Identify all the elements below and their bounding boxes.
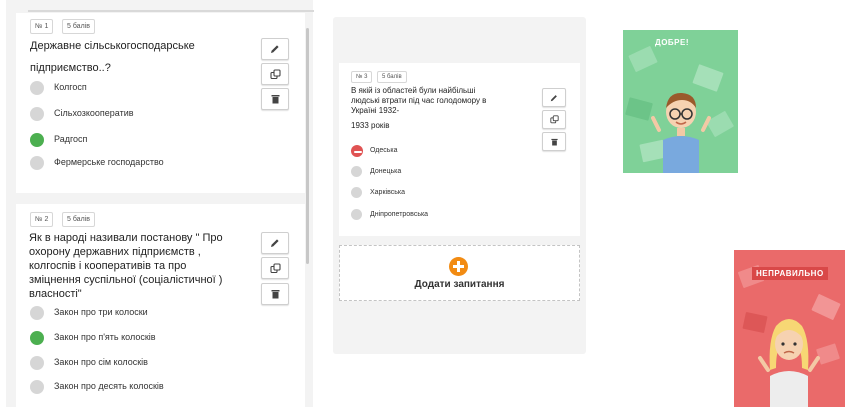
option-label: Закон про п'ять колосків: [54, 332, 156, 342]
question-points-badge: 5 балів: [377, 71, 407, 83]
question-text-line: колгоспів і кооперативів та про: [29, 260, 187, 272]
question-number-badge: № 1: [30, 19, 54, 34]
plus-circle-icon[interactable]: [449, 257, 468, 276]
question-text-line: Державне сільськогосподарське: [30, 40, 195, 52]
option-label: Харківська: [370, 189, 405, 196]
incorrect-label: НЕПРАВИЛЬНО: [752, 267, 828, 280]
option-label: Колгосп: [54, 82, 87, 92]
scrollbar[interactable]: [306, 28, 309, 264]
question-points-badge: 5 балів: [62, 212, 95, 227]
copy-icon: [549, 115, 559, 124]
edit-button[interactable]: [261, 38, 289, 60]
divider: [28, 10, 314, 12]
option-label: Дніпропетровська: [370, 211, 429, 218]
option-indicator: [351, 209, 362, 220]
pencil-icon: [271, 45, 279, 53]
trash-icon: [271, 95, 279, 104]
question-number-badge: № 2: [30, 212, 54, 227]
question-text: Як в народі називали постанову " Про охо…: [29, 231, 265, 301]
question-text: Державне сільськогосподарське підприємст…: [30, 37, 260, 77]
boy-character-illustration: [651, 92, 711, 173]
correct-label: ДОБРЕ!: [655, 38, 690, 47]
option-indicator: [30, 306, 44, 320]
question-text-line: власності": [29, 288, 82, 300]
copy-icon: [269, 262, 281, 273]
correct-indicator: [30, 331, 44, 345]
pencil-icon: [550, 94, 557, 101]
option-label: Сільхозкооператив: [54, 108, 134, 118]
question-points-badge: 5 балів: [62, 19, 95, 34]
correct-indicator: [30, 133, 44, 147]
question-text-line: 1933 років: [351, 121, 390, 130]
edit-button[interactable]: [542, 88, 566, 107]
question-text-line: Україні 1932-: [351, 106, 400, 115]
delete-button[interactable]: [261, 283, 289, 305]
girl-character-illustration: [758, 319, 820, 407]
option-indicator: [30, 356, 44, 370]
correct-feedback-card: ДОБРЕ!: [623, 30, 738, 173]
option-indicator: [30, 81, 44, 95]
duplicate-button[interactable]: [542, 110, 566, 129]
option-label: Одеська: [370, 147, 398, 154]
option-indicator: [351, 187, 362, 198]
add-question-label[interactable]: Додати запитання: [339, 279, 580, 290]
wrong-indicator: [351, 145, 363, 157]
option-label: Донецька: [370, 168, 402, 175]
option-indicator: [351, 166, 362, 177]
delete-button[interactable]: [261, 88, 289, 110]
question-text-line: зміцнення суспільної (соціалістичної ): [29, 274, 223, 286]
delete-button[interactable]: [542, 132, 566, 151]
duplicate-button[interactable]: [261, 63, 289, 85]
question-text-line: людські втрати під час голодомору в: [351, 96, 487, 105]
edit-button[interactable]: [261, 232, 289, 254]
option-label: Закон про десять колосків: [54, 381, 164, 391]
question-text: В якій із областей були найбільші людськ…: [351, 86, 536, 131]
option-indicator: [30, 107, 44, 121]
option-indicator: [30, 380, 44, 394]
incorrect-feedback-card: НЕПРАВИЛЬНО: [734, 250, 845, 407]
paper-sheet: [625, 97, 653, 121]
pencil-icon: [271, 239, 279, 247]
question-text-line: Як в народі називали постанову " Про: [29, 232, 223, 244]
question-text-line: В якій із областей були найбільші: [351, 86, 476, 95]
question-number-badge: № 3: [351, 71, 373, 83]
trash-icon: [271, 290, 279, 299]
trash-icon: [550, 138, 558, 145]
option-label: Закон про три колоски: [54, 307, 148, 317]
duplicate-button[interactable]: [261, 257, 289, 279]
option-indicator: [30, 156, 44, 170]
option-label: Радгосп: [54, 134, 88, 144]
paper-sheet: [628, 45, 658, 73]
option-label: Фермерське господарство: [54, 157, 164, 167]
question-text-line: охорону державних підприємств ,: [29, 246, 201, 258]
copy-icon: [269, 68, 281, 79]
option-label: Закон про сім колосків: [54, 357, 148, 367]
question-text-line: підприємство..?: [30, 62, 111, 74]
